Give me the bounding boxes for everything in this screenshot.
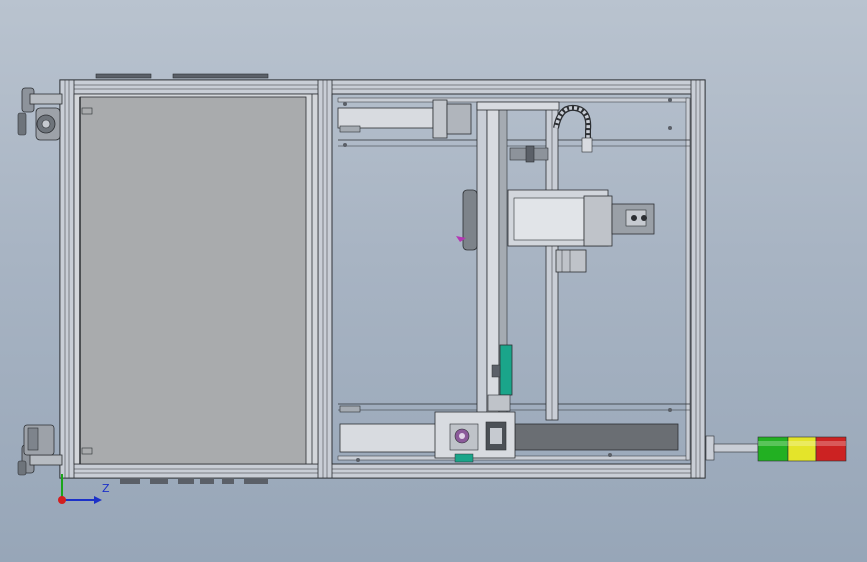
left-cover-panel[interactable] — [73, 93, 319, 465]
cable-drag-chain[interactable] — [553, 104, 593, 153]
signal-tower-light[interactable] — [705, 435, 847, 462]
tower-light-green — [757, 436, 789, 462]
top-edge-cable-detail — [95, 73, 269, 79]
tower-light-yellow — [787, 436, 817, 462]
tower-light-red — [815, 436, 847, 462]
caster-wheel-top[interactable] — [17, 87, 63, 141]
bottom-edge-details — [120, 478, 268, 484]
caster-wheel-bottom[interactable] — [17, 424, 63, 476]
sensor-connector[interactable] — [509, 145, 549, 163]
orientation-triad: Z — [50, 470, 120, 510]
machine-assembly-model[interactable] — [0, 0, 867, 562]
triad-z-label: Z — [102, 482, 110, 495]
lower-carriage-block[interactable] — [434, 411, 516, 463]
graphics-viewport[interactable]: Z — [0, 0, 867, 562]
